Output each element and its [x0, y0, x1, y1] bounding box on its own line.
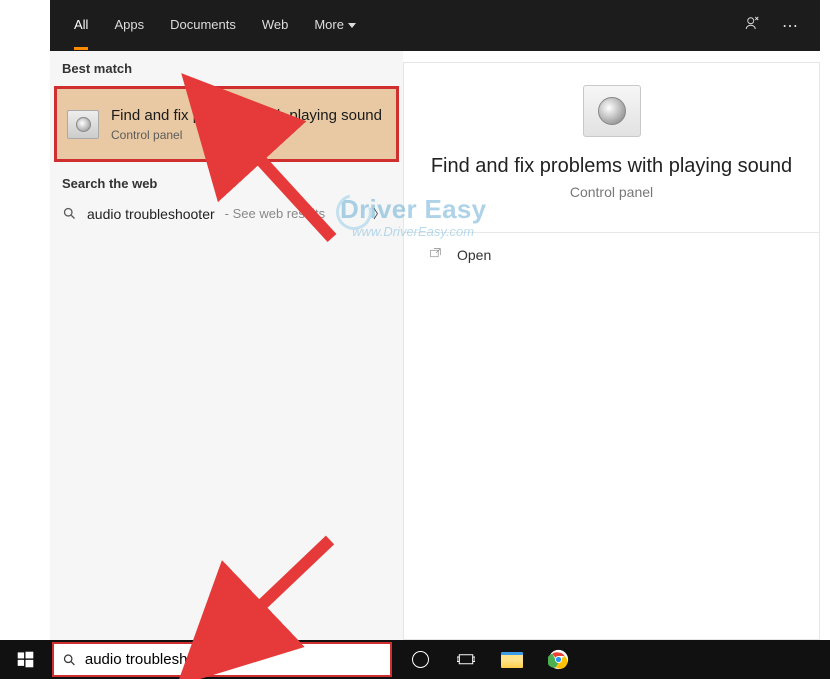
tab-more[interactable]: More [314, 2, 356, 50]
file-explorer-icon[interactable] [498, 646, 526, 674]
more-options-icon[interactable]: ⋯ [782, 16, 800, 36]
taskbar [0, 640, 830, 679]
preview-panel: Find and fix problems with playing sound… [403, 62, 820, 640]
best-match-subtitle: Control panel [111, 128, 382, 142]
search-input[interactable] [85, 651, 382, 668]
tab-apps[interactable]: Apps [114, 2, 144, 50]
tab-all[interactable]: All [74, 2, 88, 50]
start-button[interactable] [0, 640, 50, 679]
web-result-hint: - See web results [225, 206, 325, 221]
task-view-icon[interactable] [452, 646, 480, 674]
filter-tabs: All Apps Documents Web More [50, 2, 356, 50]
tab-web[interactable]: Web [262, 2, 289, 50]
search-filter-bar: All Apps Documents Web More ⋯ [50, 0, 820, 51]
feedback-icon[interactable] [744, 14, 762, 37]
best-match-header: Best match [50, 51, 403, 82]
best-match-result[interactable]: Find and fix problems with playing sound… [54, 86, 399, 162]
taskbar-search-box[interactable] [52, 642, 392, 677]
chevron-down-icon [348, 23, 356, 28]
speaker-icon [67, 110, 99, 139]
chrome-icon[interactable] [544, 646, 572, 674]
watermark: Driver Easy www.DriverEasy.com [340, 195, 486, 240]
results-panel: Best match Find and fix problems with pl… [50, 51, 403, 640]
open-label: Open [457, 247, 491, 263]
best-match-title: Find and fix problems with playing sound [111, 106, 382, 126]
tab-documents[interactable]: Documents [170, 2, 236, 50]
search-icon [62, 206, 77, 221]
search-icon [62, 652, 77, 668]
open-icon [428, 247, 443, 263]
cortana-icon[interactable] [406, 646, 434, 674]
preview-title: Find and fix problems with playing sound [424, 155, 799, 178]
web-result-query: audio troubleshooter [87, 206, 215, 222]
speaker-icon [583, 85, 641, 137]
search-web-header: Search the web [50, 166, 403, 197]
